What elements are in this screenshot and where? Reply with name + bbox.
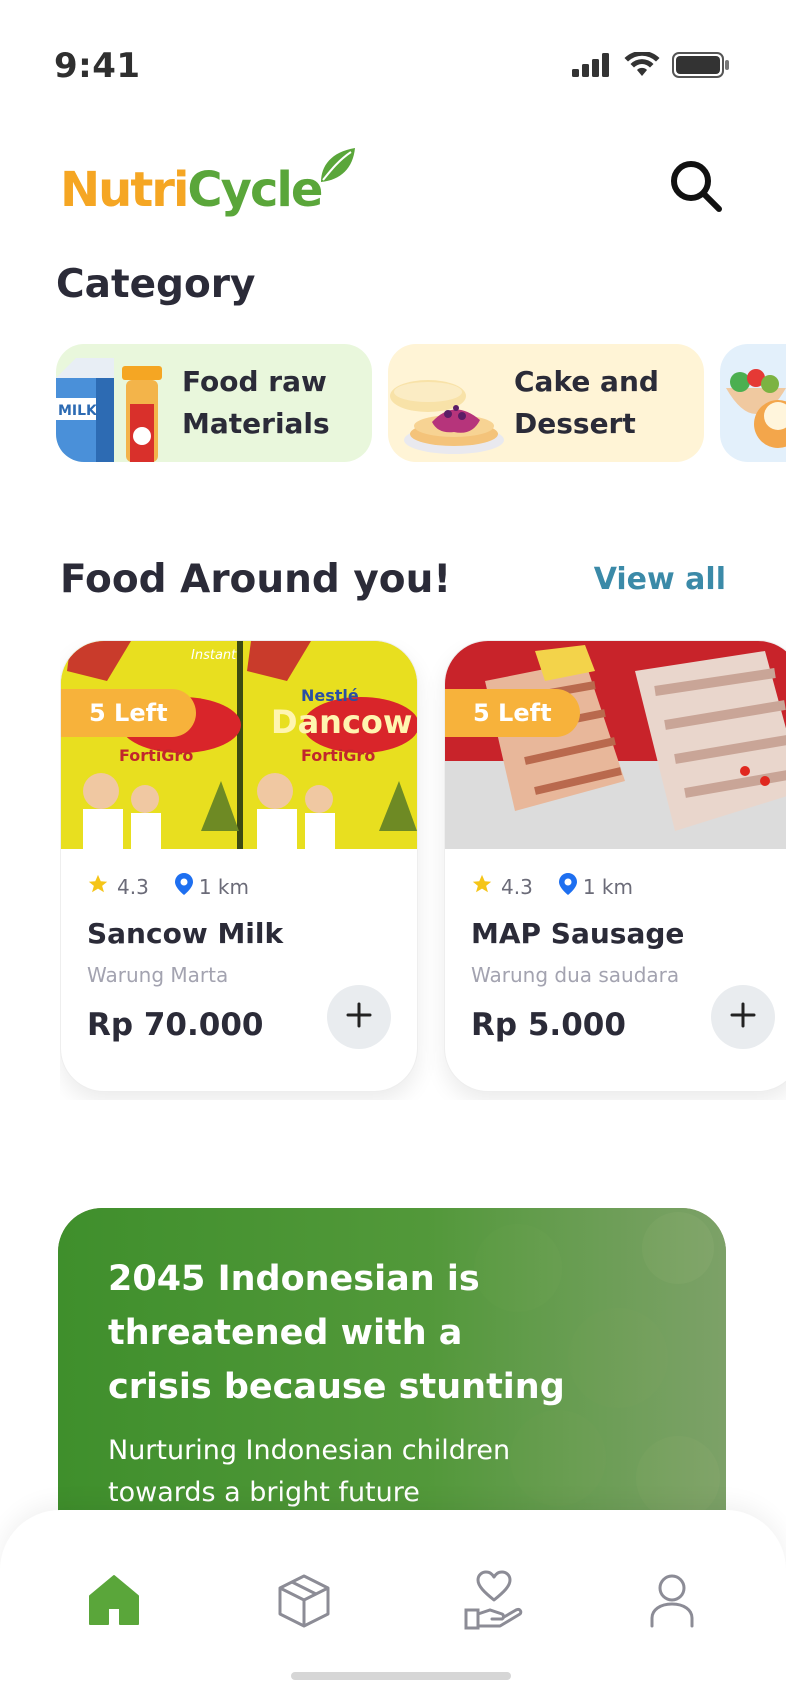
distance-value: 1 km: [582, 874, 633, 899]
food-price: Rp 70.000: [87, 1007, 264, 1043]
location-pin-icon: [174, 873, 193, 900]
logo-text-cycle: Cycle: [187, 162, 323, 218]
food-around-title: Food Around you!: [60, 557, 452, 602]
distance-info: 1 km: [558, 873, 633, 900]
rating-value: 4.3: [501, 874, 533, 899]
header: Nutri Cycle: [0, 140, 786, 240]
star-icon: [87, 873, 109, 900]
category-label-line: Food raw: [182, 365, 327, 398]
food-name: Sancow Milk: [87, 917, 284, 950]
status-icons: [572, 50, 730, 82]
category-list: MILK Food raw Materials Cake and Dessert: [56, 344, 786, 462]
food-card-map-sausage[interactable]: 5 Left 4.3 1 km MAP Sausage Warung dua s…: [444, 640, 786, 1092]
category-card-cake-and-dessert[interactable]: Cake and Dessert: [388, 344, 704, 462]
view-all-link[interactable]: View all: [594, 562, 726, 597]
svg-text:Nestlé: Nestlé: [301, 686, 359, 705]
home-icon: [86, 1572, 142, 1632]
home-indicator: [291, 1672, 511, 1680]
battery-icon: [672, 52, 730, 82]
category-label: Food raw Materials: [174, 361, 354, 445]
svg-text:Dancow: Dancow: [271, 703, 412, 741]
signal-icon: [572, 53, 612, 81]
leaf-icon: [315, 146, 359, 190]
distance-info: 1 km: [174, 873, 249, 900]
category-label-line: Dessert: [514, 407, 636, 440]
pancake-illustration: [388, 344, 506, 462]
milk-bottle-illustration: MILK: [56, 344, 174, 462]
category-label-line: Materials: [182, 407, 330, 440]
stock-badge: 5 Left: [445, 689, 580, 737]
banner-title: 2045 Indonesian is threatened with a cri…: [108, 1259, 565, 1407]
nav-profile[interactable]: [630, 1560, 714, 1644]
category-card-salad[interactable]: [720, 344, 786, 462]
profile-icon: [644, 1572, 700, 1632]
food-card-sancow-milk[interactable]: Dancow Nestlé FortiGro FortiGro Instant …: [60, 640, 418, 1092]
box-icon: [276, 1572, 332, 1632]
search-button[interactable]: [660, 152, 732, 224]
svg-text:MILK: MILK: [58, 403, 98, 419]
add-to-cart-button[interactable]: [711, 985, 775, 1049]
svg-text:FortiGro: FortiGro: [301, 746, 375, 765]
star-icon: [471, 873, 493, 900]
add-to-cart-button[interactable]: [327, 985, 391, 1049]
banner-subtitle: Nurturing Indonesian children towards a …: [108, 1435, 511, 1508]
svg-text:Instant: Instant: [191, 648, 237, 663]
plus-icon: [729, 1001, 757, 1033]
stock-badge: 5 Left: [61, 689, 196, 737]
location-pin-icon: [558, 873, 577, 900]
donate-icon: [464, 1570, 524, 1634]
nav-orders[interactable]: [262, 1560, 346, 1644]
status-time: 9:41: [54, 46, 141, 86]
nav-donate[interactable]: [452, 1560, 536, 1644]
distance-value: 1 km: [198, 874, 249, 899]
wifi-icon: [624, 50, 660, 82]
plus-icon: [345, 1001, 373, 1033]
category-title: Category: [56, 262, 256, 307]
food-seller: Warung dua saudara: [471, 963, 680, 987]
food-seller: Warung Marta: [87, 963, 229, 987]
app-logo: Nutri Cycle: [60, 148, 359, 230]
search-icon: [668, 158, 724, 218]
food-meta: 4.3 1 km: [471, 873, 633, 900]
stunting-banner[interactable]: 2045 Indonesian is threatened with a cri…: [58, 1208, 726, 1538]
food-image-milk: Dancow Nestlé FortiGro FortiGro Instant: [61, 641, 417, 849]
food-image-sausage: [445, 641, 786, 849]
nav-home[interactable]: [72, 1560, 156, 1644]
food-price: Rp 5.000: [471, 1007, 626, 1043]
rating-value: 4.3: [117, 874, 149, 899]
food-name: MAP Sausage: [471, 917, 685, 950]
food-meta: 4.3 1 km: [87, 873, 249, 900]
food-list: Dancow Nestlé FortiGro FortiGro Instant …: [60, 640, 786, 1100]
category-label-line: Cake and: [514, 365, 659, 398]
status-bar: 9:41: [0, 0, 786, 130]
svg-text:FortiGro: FortiGro: [119, 746, 193, 765]
category-card-food-raw-materials[interactable]: MILK Food raw Materials: [56, 344, 372, 462]
salad-bowl-illustration: [720, 344, 786, 462]
logo-text-nutri: Nutri: [60, 162, 189, 218]
category-label: Cake and Dessert: [506, 361, 686, 445]
